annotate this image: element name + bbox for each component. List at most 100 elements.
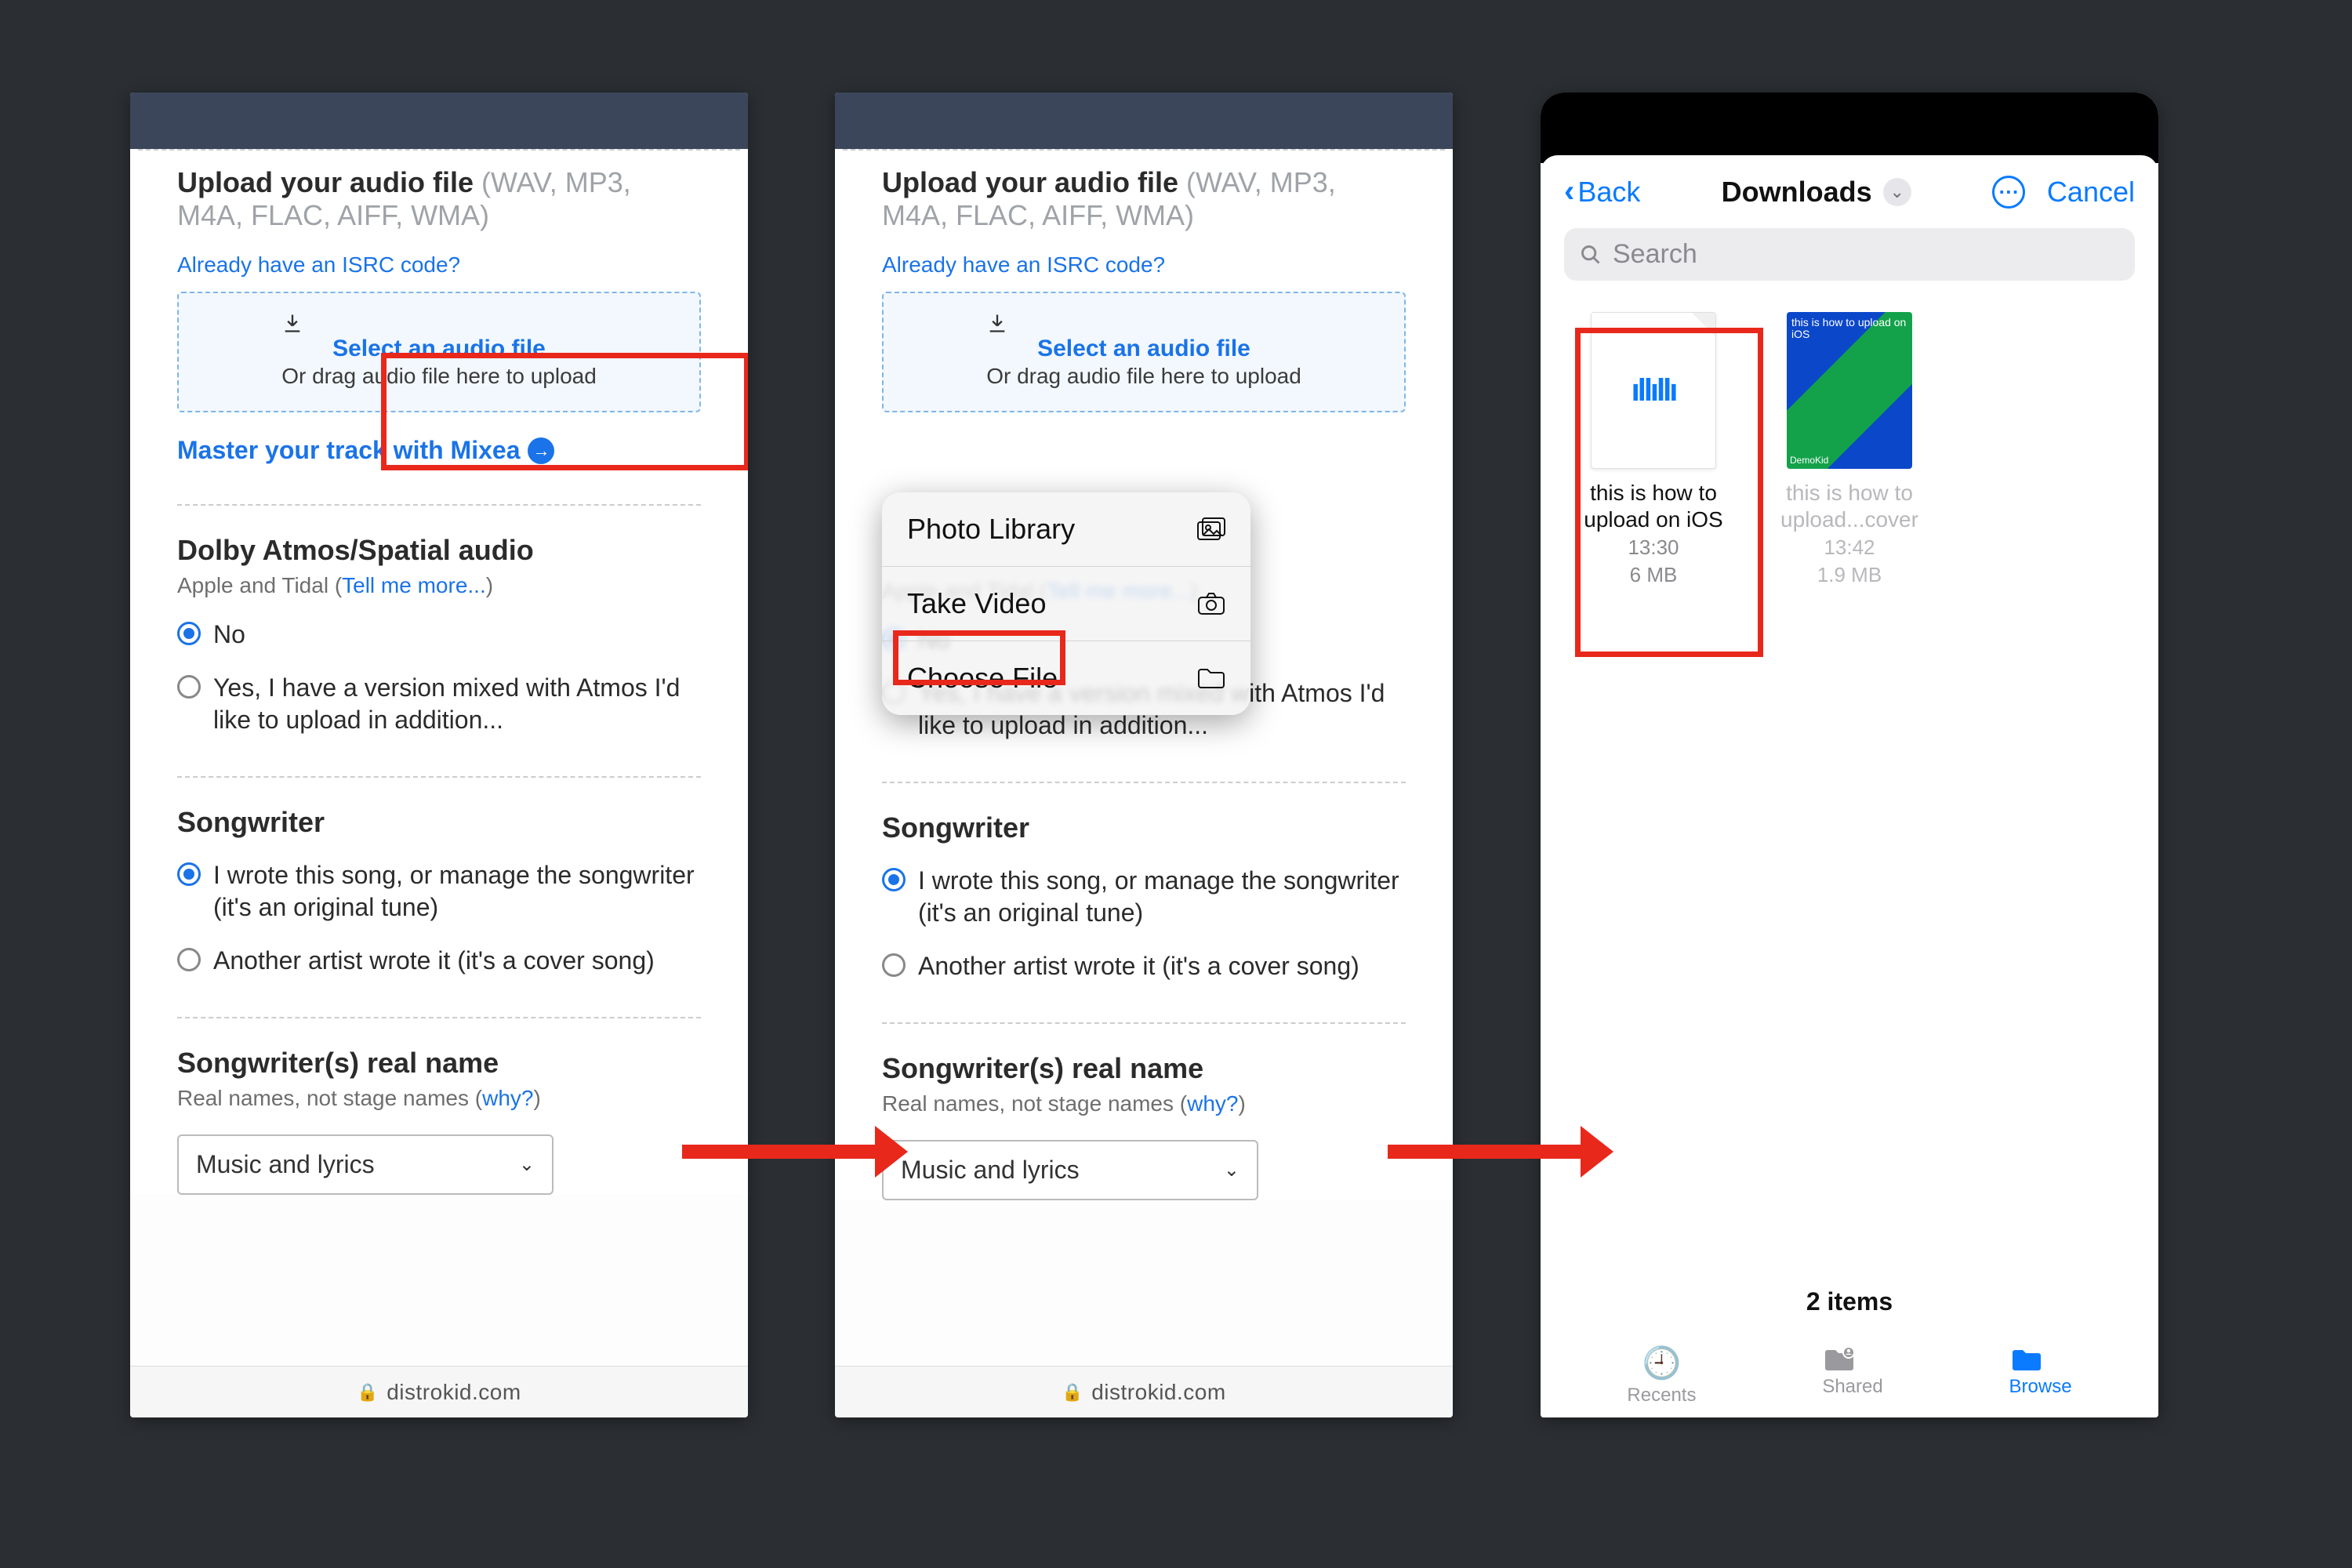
audio-dropzone[interactable]: Select an audio file Or drag audio file … (882, 292, 1406, 412)
thumb-text: this is how to upload on iOS (1791, 317, 1912, 341)
cancel-button[interactable]: Cancel (2047, 176, 2135, 209)
download-icon (986, 312, 1301, 334)
files-grid: ıllıllı this is how to upload on iOS 13:… (1541, 281, 2158, 619)
back-label: Back (1577, 176, 1640, 209)
sw-opt1-label: I wrote this song, or manage the songwri… (918, 865, 1406, 930)
photo-library-option[interactable]: Photo Library (882, 492, 1250, 567)
tab-label: Shared (1822, 1376, 1882, 1397)
audio-file-icon: ıllıllı (1591, 312, 1716, 469)
more-options-button[interactable]: ⋯ (1992, 176, 2025, 209)
sw-opt2-row[interactable]: Another artist wrote it (it's a cover so… (882, 950, 1406, 983)
items-count: 2 items (1541, 1272, 2158, 1340)
divider (882, 782, 1406, 783)
file-name: this is how to upload...cover (1771, 480, 1928, 532)
download-icon (281, 312, 597, 334)
browser-address-bar[interactable]: 🔒 distrokid.com (835, 1366, 1453, 1417)
take-video-option[interactable]: Take Video (882, 567, 1250, 641)
radio-icon (177, 622, 201, 645)
mixea-link[interactable]: Master your track with Mixea → (177, 436, 701, 465)
file-item-image[interactable]: this is how to upload on iOS DemoKid thi… (1771, 312, 1928, 587)
browser-address-bar[interactable]: 🔒 distrokid.com (130, 1366, 748, 1417)
dolby-yes-label: Yes, I have a version mixed with Atmos I… (213, 672, 701, 737)
menu-label: Choose File (907, 662, 1058, 695)
ios-files-sheet: ‹ Back Downloads ⌄ ⋯ Cancel Search ıllıl… (1541, 155, 2158, 1417)
radio-icon (177, 948, 201, 971)
radio-icon (177, 675, 201, 699)
ios-source-menu: Photo Library Take Video Choose File (882, 492, 1250, 715)
upload-heading: Upload your audio file (882, 166, 1178, 198)
dolby-yes-row[interactable]: Yes, I have a version mixed with Atmos I… (177, 672, 701, 737)
role-select[interactable]: Music and lyrics ⌄ (882, 1140, 1258, 1200)
file-size: 1.9 MB (1771, 563, 1928, 587)
search-placeholder: Search (1613, 239, 1697, 270)
radio-icon (882, 953, 906, 977)
ios-status-area (1541, 93, 2158, 163)
choose-file-option[interactable]: Choose File (882, 641, 1250, 715)
realname-heading: Songwriter(s) real name (177, 1047, 499, 1079)
sw-opt1-label: I wrote this song, or manage the songwri… (213, 859, 701, 924)
radio-icon (177, 862, 201, 886)
dolby-subtext: Apple and Tidal (Tell me more...) (177, 573, 701, 598)
role-select[interactable]: Music and lyrics ⌄ (177, 1134, 554, 1195)
shared-folder-icon (1822, 1345, 1882, 1373)
upload-heading-row: Upload your audio file (WAV, MP3, M4A, F… (177, 166, 701, 232)
isrc-link[interactable]: Already have an ISRC code? (882, 252, 1165, 277)
menu-label: Take Video (907, 587, 1046, 620)
upload-heading: Upload your audio file (177, 166, 474, 198)
thumb-badge: DemoKid (1790, 455, 1828, 466)
domain-text: distrokid.com (387, 1380, 521, 1405)
dropzone-drag-text: Or drag audio file here to upload (986, 364, 1301, 389)
realname-subtext: Real names, not stage names (why?) (177, 1086, 701, 1111)
dropzone-select-text: Select an audio file (986, 336, 1301, 362)
ios-footer: 2 items 🕘 Recents Shared Browse (1541, 1272, 2158, 1417)
file-name: this is how to upload on iOS (1575, 480, 1732, 532)
radio-icon (882, 868, 906, 891)
dropzone-select-text: Select an audio file (281, 336, 597, 362)
sw-opt2-row[interactable]: Another artist wrote it (it's a cover so… (177, 945, 701, 978)
file-time: 13:42 (1771, 535, 1928, 560)
realname-why-link[interactable]: why? (482, 1086, 533, 1110)
audio-dropzone[interactable]: Select an audio file Or drag audio file … (177, 292, 701, 412)
dolby-heading: Dolby Atmos/Spatial audio (177, 534, 534, 566)
lock-icon: 🔒 (357, 1382, 379, 1403)
chevron-down-icon: ⌄ (1883, 178, 1911, 206)
search-input[interactable]: Search (1564, 228, 2135, 281)
sw-opt1-row[interactable]: I wrote this song, or manage the songwri… (177, 859, 701, 924)
app-header-bar (130, 93, 748, 149)
mixea-text: Master your track with Mixea (177, 436, 520, 465)
form-content: Upload your audio file (WAV, MP3, M4A, F… (130, 151, 748, 1195)
chevron-left-icon: ‹ (1564, 174, 1574, 209)
photo-library-icon (1197, 517, 1225, 541)
dolby-no-row[interactable]: No (177, 619, 701, 652)
app-header-bar (835, 93, 1453, 149)
title-wrap[interactable]: Downloads ⌄ (1722, 176, 1911, 209)
divider (177, 776, 701, 778)
back-button[interactable]: ‹ Back (1564, 174, 1640, 209)
image-thumbnail: this is how to upload on iOS DemoKid (1787, 312, 1912, 469)
menu-label: Photo Library (907, 513, 1075, 546)
isrc-link[interactable]: Already have an ISRC code? (177, 252, 460, 277)
folder-title: Downloads (1722, 176, 1872, 209)
camera-icon (1197, 592, 1225, 615)
role-select-value: Music and lyrics (901, 1156, 1080, 1185)
dropzone-drag-text: Or drag audio file here to upload (281, 364, 597, 389)
sw-opt1-row[interactable]: I wrote this song, or manage the songwri… (882, 865, 1406, 930)
dolby-tellmore-link[interactable]: Tell me more... (342, 573, 486, 597)
folder-icon (1197, 667, 1225, 689)
sw-opt2-label: Another artist wrote it (it's a cover so… (918, 950, 1359, 983)
tab-shared[interactable]: Shared (1822, 1345, 1882, 1406)
phone-screen-2: Upload your audio file (WAV, MP3, M4A, F… (835, 93, 1453, 1417)
songwriter-heading: Songwriter (177, 806, 325, 838)
realname-why-link[interactable]: why? (1187, 1091, 1238, 1116)
arrow-right-icon (1388, 1145, 1584, 1159)
divider (177, 1017, 701, 1018)
file-item-audio[interactable]: ıllıllı this is how to upload on iOS 13:… (1575, 312, 1732, 587)
divider (882, 1022, 1406, 1024)
tab-recents[interactable]: 🕘 Recents (1627, 1345, 1696, 1406)
sw-opt2-label: Another artist wrote it (it's a cover so… (213, 945, 655, 978)
tab-browse[interactable]: Browse (2009, 1345, 2072, 1406)
chevron-down-icon: ⌄ (1224, 1159, 1240, 1181)
songwriter-heading: Songwriter (882, 811, 1029, 844)
folder-icon (2009, 1345, 2072, 1373)
realname-subtext: Real names, not stage names (why?) (882, 1091, 1406, 1116)
